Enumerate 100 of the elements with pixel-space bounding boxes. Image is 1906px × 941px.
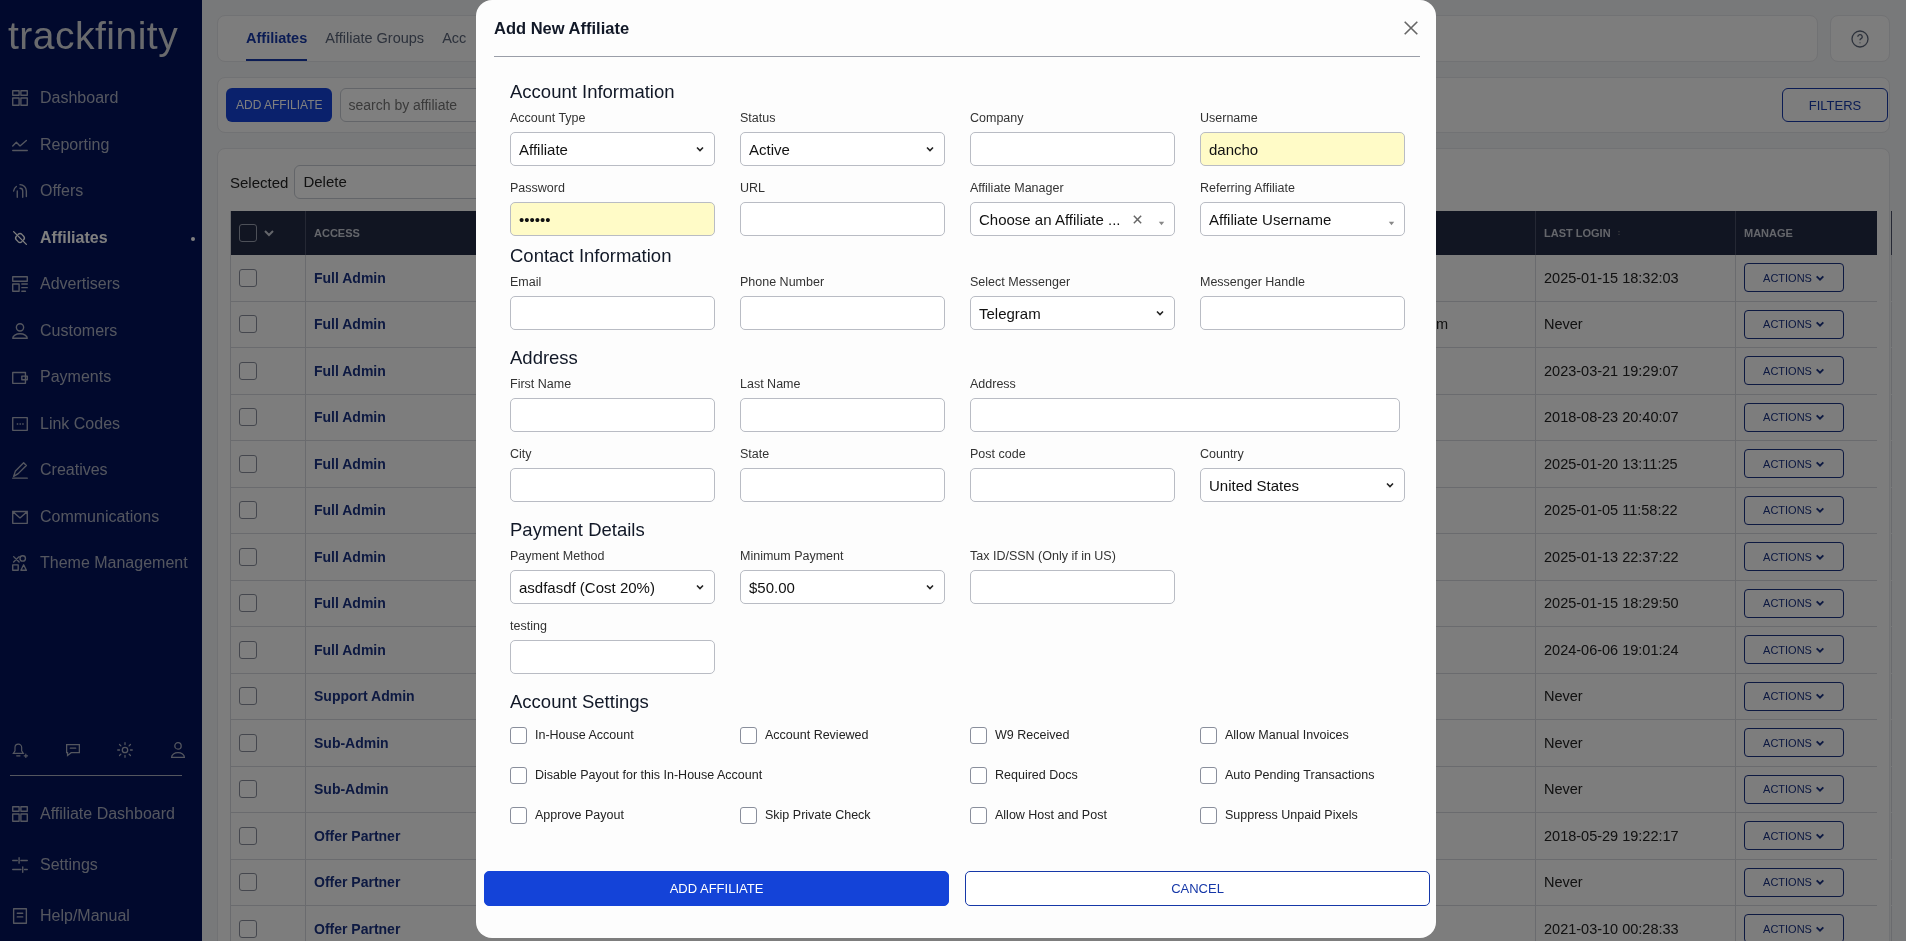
sidebar-item[interactable]: Dashboard <box>0 75 202 122</box>
input-field[interactable] <box>510 296 715 330</box>
access-link[interactable]: Full Admin <box>314 269 386 286</box>
row-checkbox[interactable] <box>239 501 257 520</box>
close-icon[interactable] <box>1402 19 1420 37</box>
access-link[interactable]: Full Admin <box>314 409 386 426</box>
actions-button[interactable]: ACTIONS <box>1744 356 1844 386</box>
checkbox[interactable] <box>970 806 987 824</box>
row-checkbox[interactable] <box>239 687 257 706</box>
sidebar-item[interactable]: Creatives <box>0 447 202 494</box>
access-link[interactable]: Full Admin <box>314 641 386 658</box>
actions-button[interactable]: ACTIONS <box>1744 588 1844 618</box>
access-link[interactable]: Full Admin <box>314 595 386 612</box>
cancel-button[interactable]: CANCEL <box>965 871 1430 906</box>
actions-button[interactable]: ACTIONS <box>1744 774 1844 804</box>
input-field[interactable] <box>970 570 1175 604</box>
input-field[interactable] <box>740 398 945 432</box>
combo-field[interactable]: Affiliate Username <box>1200 202 1405 236</box>
tab[interactable]: Affiliate Groups <box>325 16 425 61</box>
sun-icon[interactable] <box>115 740 136 760</box>
actions-button[interactable]: ACTIONS <box>1744 495 1844 525</box>
filters-button[interactable]: FILTERS <box>1782 88 1888 122</box>
sidebar-item[interactable]: Payments <box>0 354 202 401</box>
actions-button[interactable]: ACTIONS <box>1744 402 1844 432</box>
checkbox[interactable] <box>1200 766 1217 784</box>
row-checkbox[interactable] <box>239 361 257 380</box>
sidebar-item[interactable]: Communications <box>0 493 202 540</box>
select-field[interactable]: Telegram <box>970 296 1175 330</box>
input-field[interactable]: dancho <box>1200 132 1405 166</box>
checkbox[interactable] <box>1200 726 1217 744</box>
add-affiliate-button[interactable]: ADD AFFILIATE <box>484 871 949 906</box>
sidebar-item[interactable]: Link Codes <box>0 400 202 447</box>
row-checkbox[interactable] <box>239 454 257 473</box>
row-checkbox[interactable] <box>239 408 257 427</box>
actions-button[interactable]: ACTIONS <box>1744 449 1844 479</box>
sidebar-item[interactable]: Settings <box>0 839 202 890</box>
input-field[interactable] <box>1200 296 1405 330</box>
row-checkbox[interactable] <box>239 547 257 566</box>
chevron-icon[interactable] <box>263 227 275 239</box>
select-field[interactable]: Active <box>740 132 945 166</box>
actions-button[interactable]: ACTIONS <box>1744 309 1844 339</box>
select-field[interactable]: asdfasdf (Cost 20%) <box>510 570 715 604</box>
sidebar-item[interactable]: Help/Manual <box>0 890 202 941</box>
checkbox[interactable] <box>510 766 527 784</box>
sidebar-item[interactable]: Theme Management <box>0 540 202 587</box>
sidebar-item[interactable]: Advertisers <box>0 261 202 308</box>
input-field[interactable] <box>740 468 945 502</box>
checkbox[interactable] <box>740 806 757 824</box>
actions-button[interactable]: ACTIONS <box>1744 867 1844 897</box>
sidebar-item[interactable]: Reporting <box>0 121 202 168</box>
input-field[interactable]: •••••• <box>510 202 715 236</box>
select-field[interactable]: United States <box>1200 468 1405 502</box>
row-checkbox[interactable] <box>239 919 257 938</box>
sidebar-item[interactable]: Affiliates <box>0 214 202 261</box>
actions-button[interactable]: ACTIONS <box>1744 681 1844 711</box>
access-link[interactable]: Full Admin <box>314 502 386 519</box>
row-checkbox[interactable] <box>239 826 257 845</box>
checkbox[interactable] <box>970 766 987 784</box>
access-link[interactable]: Offer Partner <box>314 827 401 844</box>
actions-button[interactable]: ACTIONS <box>1744 821 1844 851</box>
access-link[interactable]: Offer Partner <box>314 920 401 937</box>
add-affiliate-button[interactable]: ADD AFFILIATE <box>226 88 333 122</box>
input-field[interactable] <box>970 398 1400 432</box>
actions-button[interactable]: ACTIONS <box>1744 635 1844 665</box>
select-field[interactable]: $50.00 <box>740 570 945 604</box>
input-field[interactable] <box>510 398 715 432</box>
checkbox[interactable] <box>510 726 527 744</box>
row-checkbox[interactable] <box>239 315 257 334</box>
help-button[interactable] <box>1830 15 1890 62</box>
input-field[interactable] <box>740 296 945 330</box>
access-link[interactable]: Sub-Admin <box>314 781 389 798</box>
access-link[interactable]: Full Admin <box>314 316 386 333</box>
input-field[interactable] <box>740 202 945 236</box>
sidebar-item[interactable]: Affiliate Dashboard <box>0 788 202 839</box>
input-field[interactable] <box>510 468 715 502</box>
actions-button[interactable]: ACTIONS <box>1744 542 1844 572</box>
access-link[interactable]: Support Admin <box>314 688 415 705</box>
access-link[interactable]: Full Admin <box>314 455 386 472</box>
checkbox[interactable] <box>510 806 527 824</box>
row-checkbox[interactable] <box>239 594 257 613</box>
tab[interactable]: Acc <box>442 16 467 61</box>
checkbox[interactable] <box>740 726 757 744</box>
sidebar-item[interactable]: Customers <box>0 307 202 354</box>
access-link[interactable]: Full Admin <box>314 362 386 379</box>
checkbox[interactable] <box>1200 806 1217 824</box>
sort-icon[interactable] <box>1616 228 1621 238</box>
actions-button[interactable]: ACTIONS <box>1744 914 1844 941</box>
row-checkbox[interactable] <box>239 873 257 892</box>
access-link[interactable]: Full Admin <box>314 548 386 565</box>
clear-icon[interactable] <box>1132 213 1143 225</box>
tab[interactable]: Affiliates <box>246 16 308 61</box>
row-checkbox[interactable] <box>239 733 257 752</box>
checkbox[interactable] <box>970 726 987 744</box>
combo-field[interactable]: Choose an Affiliate ... <box>970 202 1175 236</box>
sidebar-item[interactable]: Offers <box>0 168 202 215</box>
actions-button[interactable]: ACTIONS <box>1744 728 1844 758</box>
input-field[interactable] <box>970 468 1175 502</box>
access-link[interactable]: Offer Partner <box>314 874 401 891</box>
row-checkbox[interactable] <box>239 640 257 659</box>
row-checkbox[interactable] <box>239 780 257 799</box>
